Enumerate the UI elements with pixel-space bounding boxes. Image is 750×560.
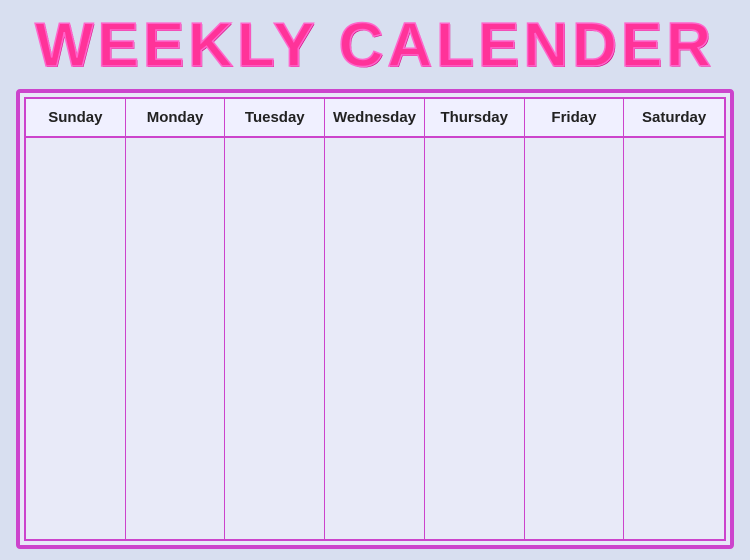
day-column-sunday: Sunday	[26, 99, 126, 539]
page-title: WEEKLY CALENDER	[35, 11, 715, 80]
day-column-thursday: Thursday	[425, 99, 525, 539]
day-column-wednesday: Wednesday	[325, 99, 425, 539]
day-header-sunday: Sunday	[26, 99, 125, 138]
day-body-monday[interactable]	[126, 138, 225, 539]
day-header-thursday: Thursday	[425, 99, 524, 138]
day-column-friday: Friday	[525, 99, 625, 539]
day-body-sunday[interactable]	[26, 138, 125, 539]
day-body-tuesday[interactable]	[225, 138, 324, 539]
day-body-saturday[interactable]	[624, 138, 724, 539]
day-column-monday: Monday	[126, 99, 226, 539]
day-header-saturday: Saturday	[624, 99, 724, 138]
day-column-saturday: Saturday	[624, 99, 724, 539]
day-body-friday[interactable]	[525, 138, 624, 539]
day-header-monday: Monday	[126, 99, 225, 138]
day-body-wednesday[interactable]	[325, 138, 424, 539]
title-container: WEEKLY CALENDER	[0, 0, 750, 89]
day-header-wednesday: Wednesday	[325, 99, 424, 138]
day-header-friday: Friday	[525, 99, 624, 138]
day-body-thursday[interactable]	[425, 138, 524, 539]
day-header-tuesday: Tuesday	[225, 99, 324, 138]
calendar-outer: SundayMondayTuesdayWednesdayThursdayFrid…	[16, 89, 734, 549]
calendar-grid: SundayMondayTuesdayWednesdayThursdayFrid…	[26, 99, 724, 539]
calendar-inner: SundayMondayTuesdayWednesdayThursdayFrid…	[24, 97, 726, 541]
day-column-tuesday: Tuesday	[225, 99, 325, 539]
